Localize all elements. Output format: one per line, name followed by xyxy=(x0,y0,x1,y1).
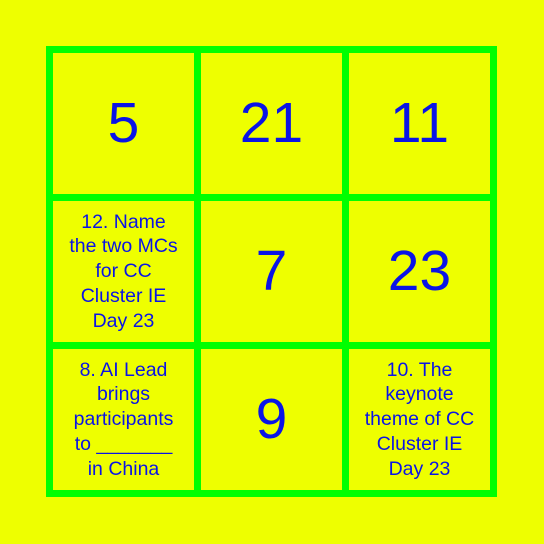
cell-question: 8. AI Lead brings participants to ______… xyxy=(73,358,174,480)
cell-question: 10. The keynote theme of CC Cluster IE D… xyxy=(364,358,475,480)
bingo-cell-r3c3[interactable]: 10. The keynote theme of CC Cluster IE D… xyxy=(349,349,490,490)
cell-number: 23 xyxy=(387,239,452,303)
cell-number: 21 xyxy=(239,91,304,155)
bingo-cell-r1c2[interactable]: 21 xyxy=(201,53,342,194)
bingo-cell-r3c2[interactable]: 9 xyxy=(201,349,342,490)
bingo-board: 5 21 11 12. Name the two MCs for CC Clus… xyxy=(46,46,497,497)
bingo-cell-r3c1[interactable]: 8. AI Lead brings participants to ______… xyxy=(53,349,194,490)
cell-number: 7 xyxy=(255,239,288,303)
bingo-cell-r2c3[interactable]: 23 xyxy=(349,201,490,342)
cell-question: 12. Name the two MCs for CC Cluster IE D… xyxy=(69,210,178,332)
cell-number: 9 xyxy=(255,387,288,451)
bingo-cell-r1c3[interactable]: 11 xyxy=(349,53,490,194)
bingo-cell-r2c2[interactable]: 7 xyxy=(201,201,342,342)
bingo-cell-r1c1[interactable]: 5 xyxy=(53,53,194,194)
cell-number: 5 xyxy=(107,91,140,155)
bingo-cell-r2c1[interactable]: 12. Name the two MCs for CC Cluster IE D… xyxy=(53,201,194,342)
cell-number: 11 xyxy=(389,91,450,155)
